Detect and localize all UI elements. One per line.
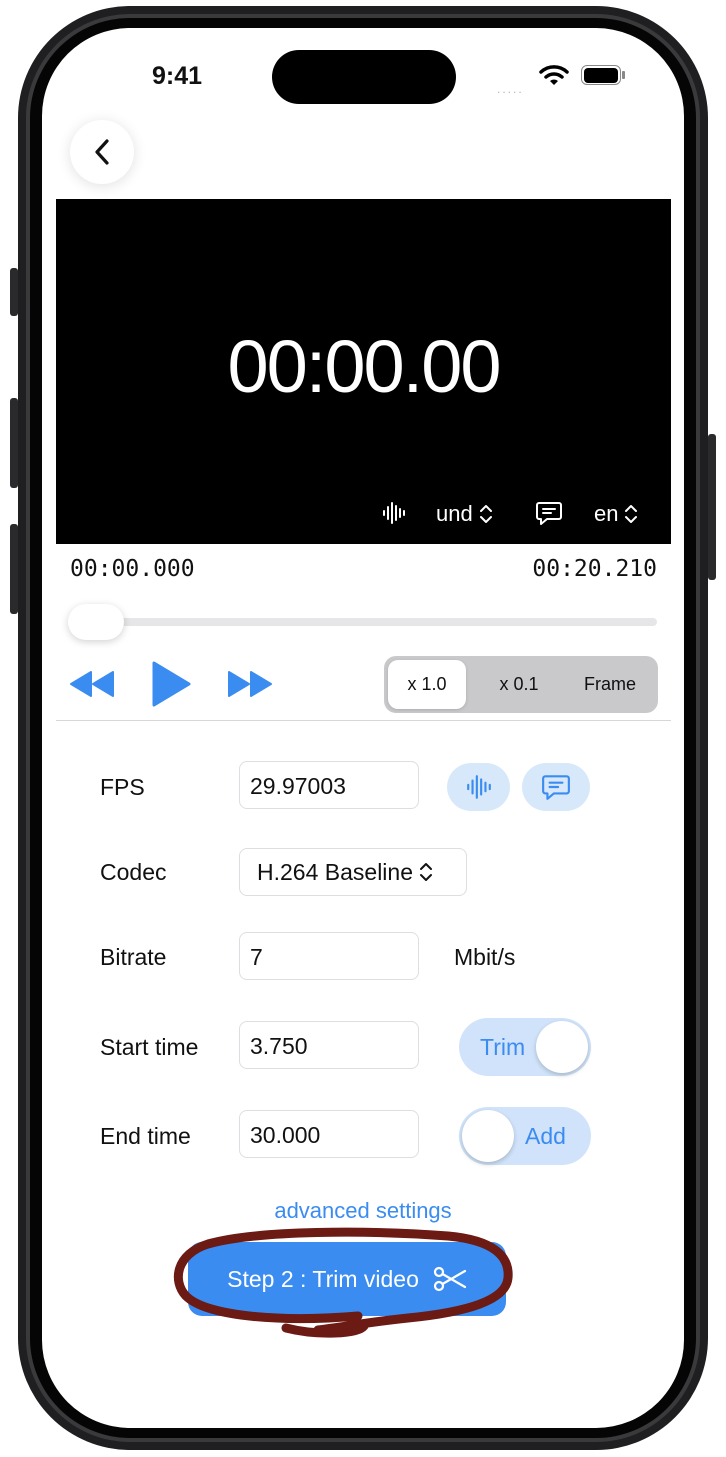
chevron-up-down-icon <box>625 505 638 523</box>
status-time: 9:41 <box>151 62 203 90</box>
fps-label: FPS <box>100 774 145 800</box>
back-button[interactable] <box>70 120 134 184</box>
trim-toggle-knob <box>536 1021 588 1073</box>
chevron-left-icon <box>95 139 109 165</box>
speed-option-0-1x[interactable]: x 0.1 <box>478 656 560 713</box>
bitrate-label: Bitrate <box>100 944 167 970</box>
subtitles-icon[interactable] <box>535 499 563 527</box>
audio-settings-button[interactable] <box>447 763 510 811</box>
speed-option-frame[interactable]: Frame <box>566 656 654 713</box>
end-time-label: End time <box>100 1123 191 1149</box>
fast-forward-icon[interactable] <box>226 668 274 700</box>
add-toggle-label: Add <box>525 1123 566 1149</box>
dynamic-island <box>272 50 456 104</box>
audio-waveform-icon[interactable] <box>381 500 407 526</box>
power-button <box>708 434 716 580</box>
audio-waveform-icon <box>466 775 491 799</box>
rewind-icon[interactable] <box>68 668 116 700</box>
annotation-circle <box>173 1227 513 1338</box>
video-timer-display: 00:00.00 <box>227 325 501 408</box>
chevron-up-down-icon <box>479 505 492 523</box>
speed-option-1x[interactable]: x 1.0 <box>388 656 466 713</box>
speed-segmented-control[interactable]: x 1.0 x 0.1 Frame <box>384 656 658 713</box>
seek-slider[interactable] <box>70 618 657 626</box>
audio-track-picker[interactable]: und <box>436 499 493 529</box>
action-button <box>10 268 18 316</box>
codec-picker[interactable]: H.264 Baseline <box>239 848 467 896</box>
wifi-icon <box>539 65 569 85</box>
screen: 9:41 ..... 00:00.00 und en 00:00.000 00:… <box>42 28 684 1428</box>
play-icon[interactable] <box>150 660 192 708</box>
audio-track-label: und <box>436 501 473 526</box>
battery-icon <box>581 65 625 85</box>
add-toggle-knob <box>462 1110 514 1162</box>
fps-field[interactable]: 29.97003 <box>239 761 419 809</box>
start-time-field[interactable]: 3.750 <box>239 1021 419 1069</box>
subtitle-track-picker[interactable]: en <box>594 499 638 529</box>
divider <box>56 720 671 721</box>
seek-slider-thumb[interactable] <box>68 604 124 640</box>
advanced-settings-link[interactable]: advanced settings <box>42 1198 684 1224</box>
codec-value: H.264 Baseline <box>257 859 413 885</box>
current-time: 00:00.000 <box>70 556 195 582</box>
volume-down-button <box>10 524 18 614</box>
duration: 00:20.210 <box>532 556 657 582</box>
start-time-label: Start time <box>100 1034 199 1060</box>
volume-up-button <box>10 398 18 488</box>
add-toggle[interactable]: Add <box>459 1107 591 1165</box>
chevron-up-down-icon <box>420 863 432 881</box>
subtitle-track-label: en <box>594 501 619 526</box>
subtitles-icon <box>542 775 570 800</box>
bitrate-unit: Mbit/s <box>454 944 516 970</box>
video-player[interactable]: 00:00.00 und en <box>56 199 671 544</box>
trim-toggle-label: Trim <box>480 1034 526 1060</box>
codec-label: Codec <box>100 859 167 885</box>
end-time-field[interactable]: 30.000 <box>239 1110 419 1158</box>
cellular-signal-icon: ..... <box>497 82 524 96</box>
subtitle-settings-button[interactable] <box>522 763 590 811</box>
bitrate-field[interactable]: 7 <box>239 932 419 980</box>
trim-toggle[interactable]: Trim <box>459 1018 591 1076</box>
